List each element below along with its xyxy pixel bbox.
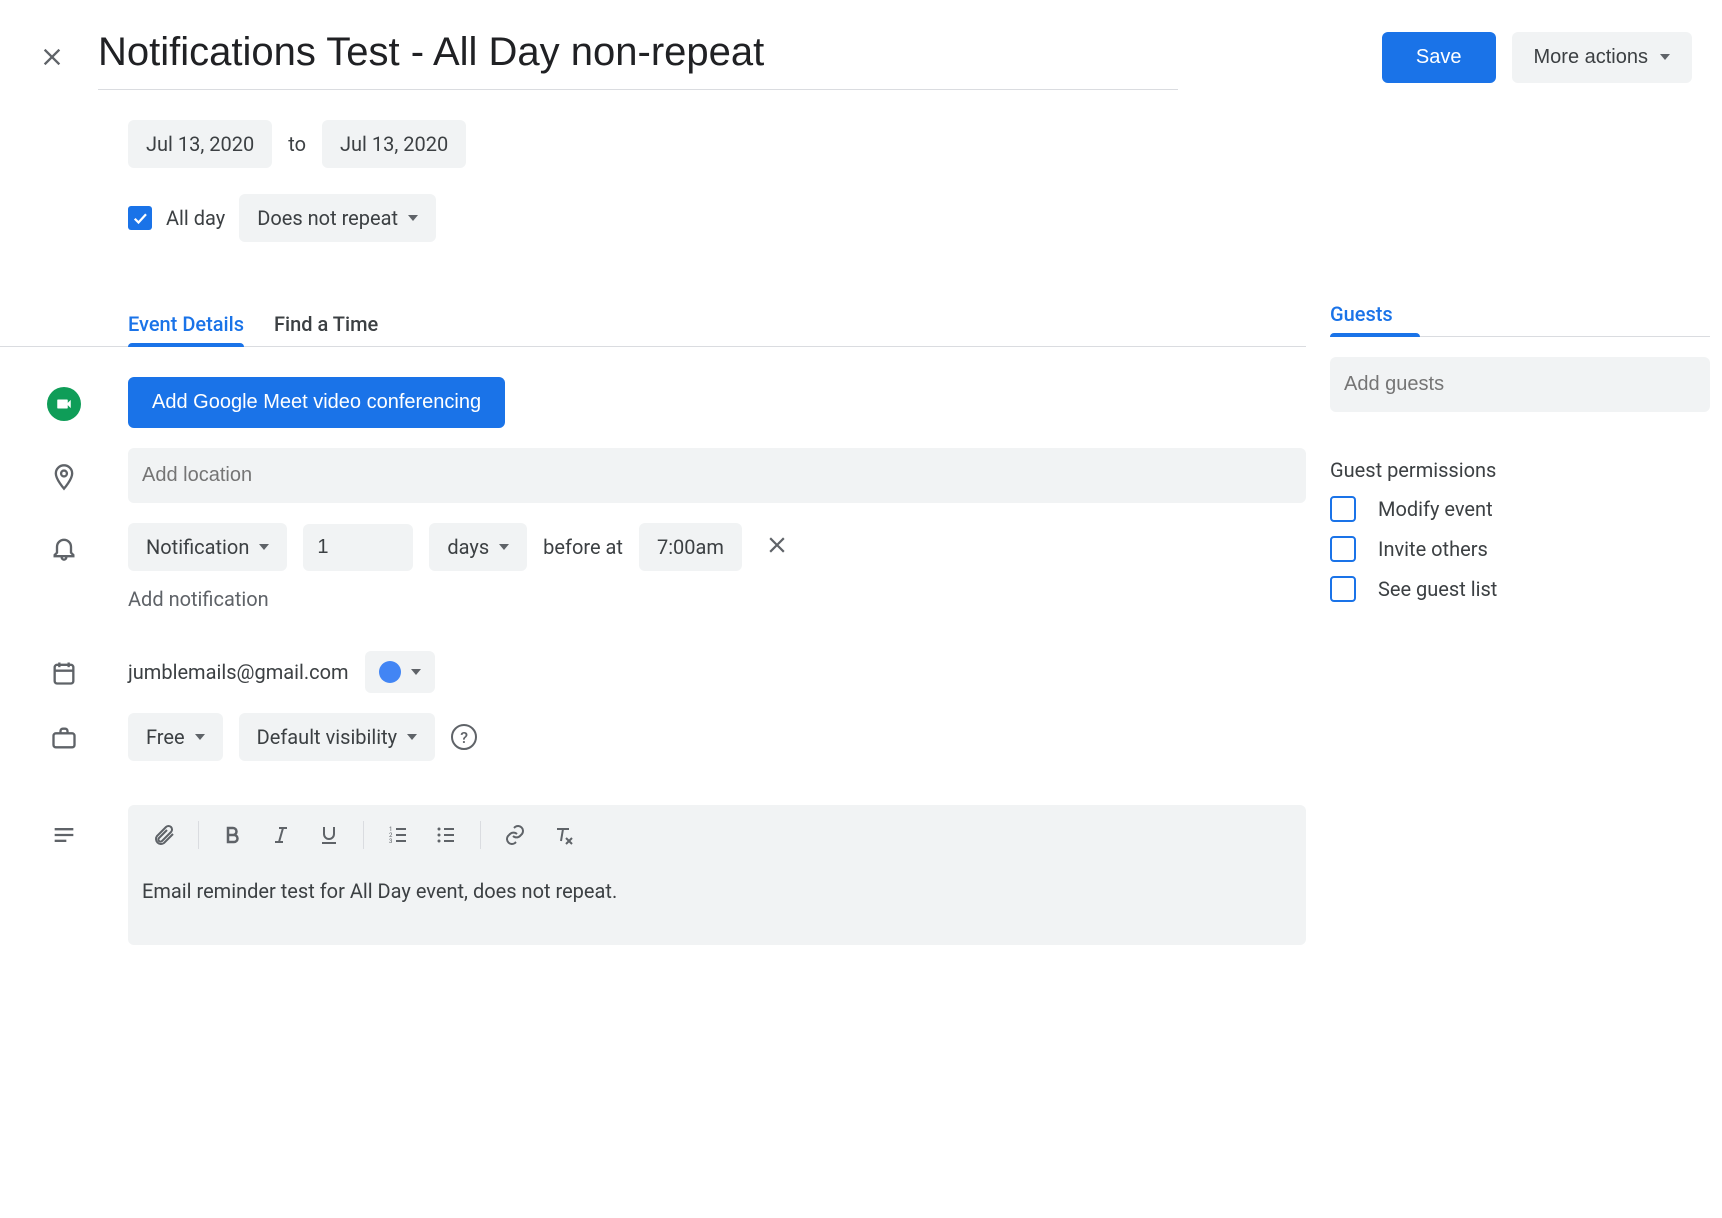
chevron-down-icon (499, 544, 509, 550)
add-notification-button[interactable]: Add notification (0, 587, 1306, 611)
chevron-down-icon (407, 734, 417, 740)
visibility-help-button[interactable]: ? (451, 724, 477, 750)
calendar-color-select[interactable] (365, 651, 435, 693)
ordered-list-icon: 123 (386, 823, 410, 847)
end-date-picker[interactable]: Jul 13, 2020 (322, 120, 466, 168)
close-icon (764, 532, 790, 558)
underline-icon (317, 823, 341, 847)
before-at-label: before at (543, 535, 623, 559)
notification-method-select[interactable]: Notification (128, 523, 287, 571)
toolbar-divider (480, 821, 481, 849)
calendar-icon (50, 659, 78, 687)
start-date-picker[interactable]: Jul 13, 2020 (128, 120, 272, 168)
save-button[interactable]: Save (1382, 32, 1496, 83)
notification-time-select[interactable]: 7:00am (639, 523, 742, 571)
modify-event-label: Modify event (1378, 497, 1493, 521)
add-guests-input[interactable] (1330, 357, 1710, 412)
close-button[interactable] (38, 43, 66, 71)
italic-icon (269, 823, 293, 847)
link-icon (503, 823, 527, 847)
guest-permissions-title: Guest permissions (1330, 458, 1710, 482)
recurrence-label: Does not repeat (257, 206, 398, 230)
invite-others-label: Invite others (1378, 537, 1488, 561)
guests-tab[interactable]: Guests (1330, 302, 1710, 337)
event-title-input[interactable] (98, 24, 1178, 90)
check-icon (131, 209, 149, 227)
bold-icon (221, 823, 245, 847)
all-day-checkbox[interactable] (128, 206, 152, 230)
clear-formatting-button[interactable] (541, 813, 585, 857)
bold-button[interactable] (211, 813, 255, 857)
italic-button[interactable] (259, 813, 303, 857)
clear-format-icon (551, 823, 575, 847)
recurrence-select[interactable]: Does not repeat (239, 194, 436, 242)
to-label: to (288, 132, 306, 156)
chevron-down-icon (411, 669, 421, 675)
see-guest-list-label: See guest list (1378, 577, 1497, 601)
google-meet-icon (47, 387, 81, 421)
toolbar-divider (198, 821, 199, 849)
description-toolbar: 123 (128, 805, 1306, 865)
add-google-meet-button[interactable]: Add Google Meet video conferencing (128, 377, 505, 428)
calendar-email: jumblemails@gmail.com (128, 660, 349, 684)
chevron-down-icon (259, 544, 269, 550)
see-guest-list-checkbox[interactable] (1330, 576, 1356, 602)
bullet-list-button[interactable] (424, 813, 468, 857)
close-icon (38, 43, 66, 71)
insert-link-button[interactable] (493, 813, 537, 857)
more-actions-button[interactable]: More actions (1512, 32, 1693, 83)
tab-find-a-time[interactable]: Find a Time (274, 302, 378, 346)
underline-button[interactable] (307, 813, 351, 857)
availability-select[interactable]: Free (128, 713, 223, 761)
notification-unit-label: days (447, 535, 489, 559)
paperclip-icon (152, 823, 176, 847)
modify-event-checkbox[interactable] (1330, 496, 1356, 522)
notification-method-label: Notification (146, 535, 249, 559)
availability-label: Free (146, 725, 185, 749)
remove-notification-button[interactable] (758, 526, 796, 568)
invite-others-checkbox[interactable] (1330, 536, 1356, 562)
chevron-down-icon (408, 215, 418, 221)
attach-file-button[interactable] (142, 813, 186, 857)
tab-event-details[interactable]: Event Details (128, 302, 244, 346)
svg-text:3: 3 (389, 838, 392, 845)
location-input[interactable] (128, 448, 1306, 503)
all-day-label: All day (166, 206, 225, 230)
notification-count-input[interactable] (303, 524, 413, 571)
location-icon (50, 463, 78, 491)
color-swatch (379, 661, 401, 683)
more-actions-label: More actions (1534, 46, 1649, 69)
visibility-label: Default visibility (257, 725, 398, 749)
chevron-down-icon (195, 734, 205, 740)
description-icon (50, 821, 78, 849)
description-editor[interactable]: Email reminder test for All Day event, d… (128, 865, 1306, 945)
bell-icon (50, 534, 78, 562)
unordered-list-icon (434, 823, 458, 847)
briefcase-icon (50, 724, 78, 752)
visibility-select[interactable]: Default visibility (239, 713, 436, 761)
toolbar-divider (363, 821, 364, 849)
notification-unit-select[interactable]: days (429, 523, 527, 571)
numbered-list-button[interactable]: 123 (376, 813, 420, 857)
chevron-down-icon (1660, 54, 1670, 60)
